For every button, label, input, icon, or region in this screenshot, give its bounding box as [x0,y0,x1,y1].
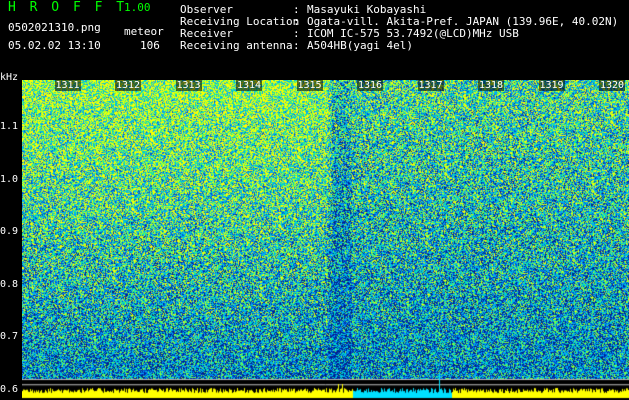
app-version: 1.00 [124,1,151,14]
file-name: 0502021310.png [8,21,101,34]
x-tick-label: 1312 [115,80,142,91]
meteor-count: 106 [140,39,160,52]
x-tick-label: 1319 [538,80,565,91]
mode-label: meteor [124,25,164,38]
info-row-antenna: Receiving antenna: A504HB(yagi 4el) [180,39,413,52]
y-axis-unit: kHz [0,72,19,83]
info-key: Receiving antenna [180,39,293,52]
app-brand: H R O F F T [8,0,128,15]
y-tick-label: 0.6 [0,383,19,395]
y-tick-label: 0.8 [0,278,19,290]
x-tick-label: 1317 [417,80,444,91]
y-tick-label: 0.7 [0,331,19,343]
x-tick-label: 1320 [599,80,626,91]
date-time: 05.02.02 13:10 [8,39,101,52]
hroft-window: H R O F F T 1.00 0502021310.png meteor 0… [0,0,629,400]
x-tick-label: 1313 [175,80,202,91]
x-tick-label: 1315 [296,80,323,91]
y-tick-label: 0.9 [0,226,19,238]
x-tick-label: 1311 [54,80,81,91]
x-tick-label: 1318 [478,80,505,91]
info-value: A504HB(yagi 4el) [307,39,413,52]
y-tick-label: 1.1 [0,121,19,133]
x-tick-label: 1314 [236,80,263,91]
spectrogram-canvas [22,80,629,400]
frequency-axis: kHz 1.1 1.0 0.9 0.8 0.7 0.6 [0,72,22,400]
y-tick-label: 1.0 [0,173,19,185]
x-tick-label: 1316 [357,80,384,91]
